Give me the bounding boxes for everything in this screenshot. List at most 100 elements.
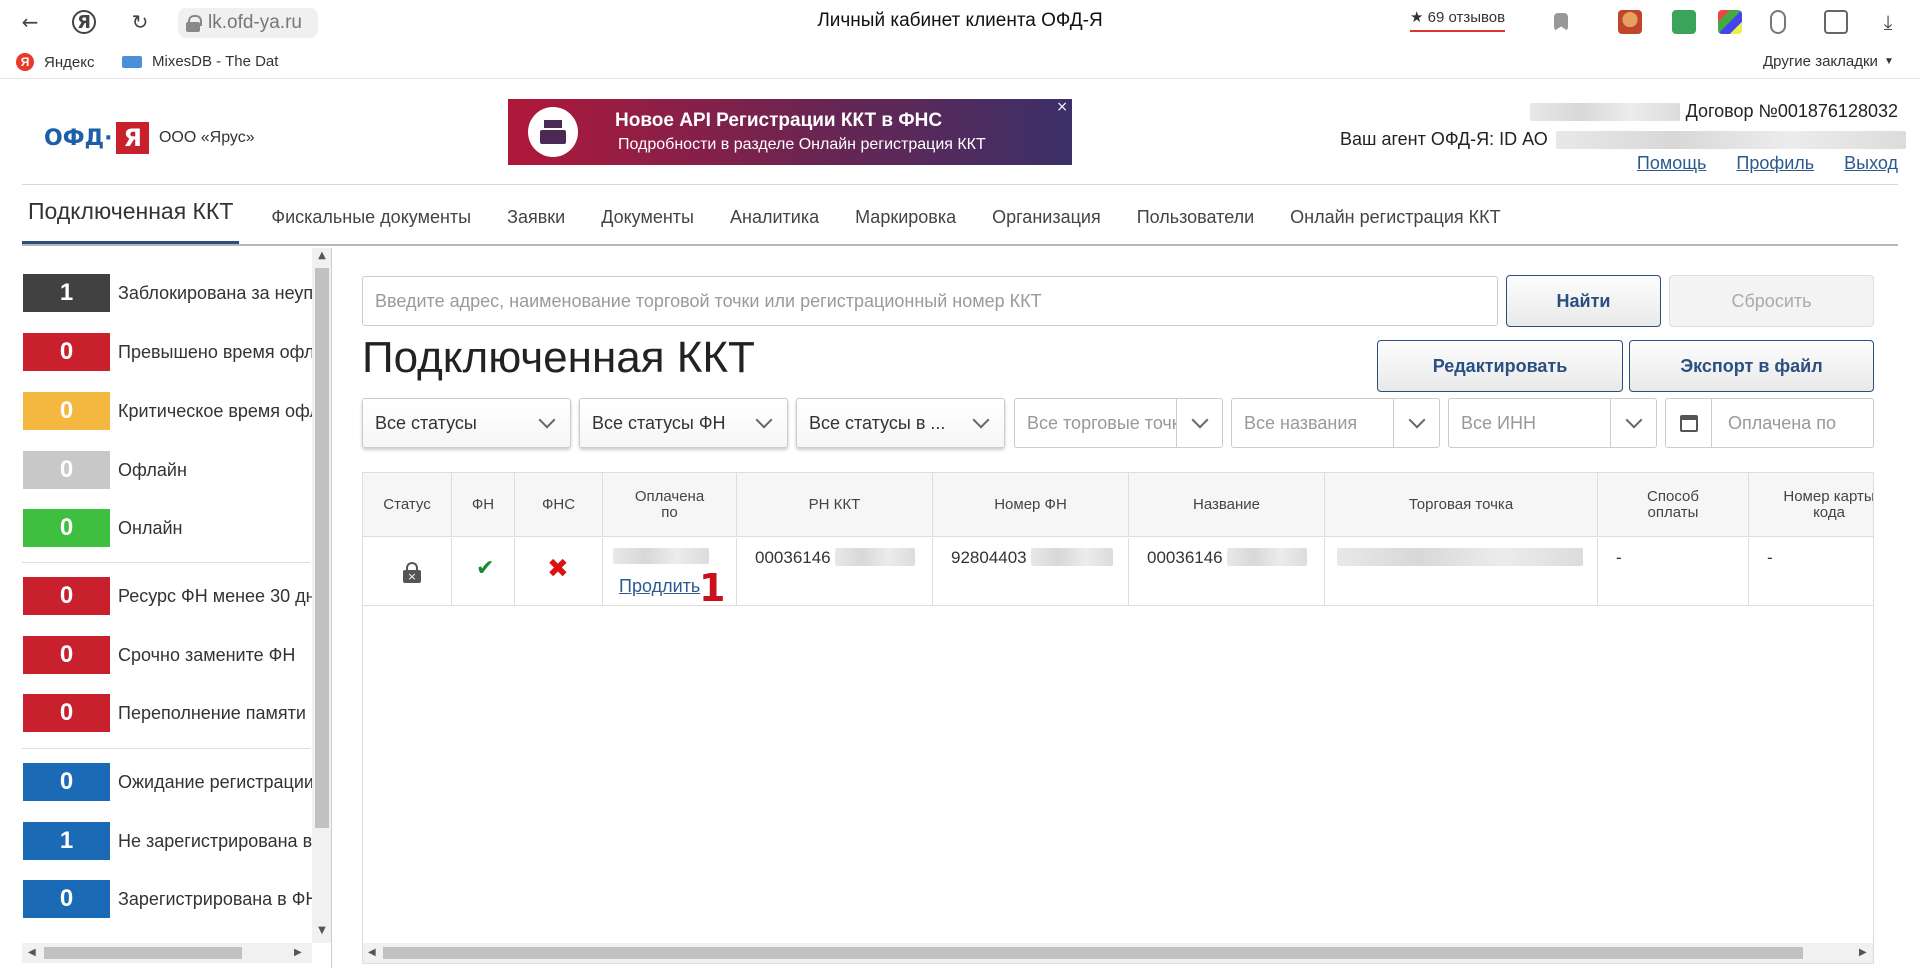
count-badge: 0	[23, 763, 110, 801]
scroll-right-icon[interactable]: ▶	[294, 947, 302, 958]
sidebar-horizontal-scrollbar[interactable]: ◀ ▶	[22, 943, 312, 963]
logout-link[interactable]: Выход	[1844, 153, 1898, 174]
export-button[interactable]: Экспорт в файл	[1629, 340, 1874, 392]
tab-requests[interactable]: Заявки	[489, 190, 583, 245]
ofd-ya-logo[interactable]: ОФД· Я ООО «Ярус»	[44, 122, 255, 154]
scrollbar-thumb[interactable]	[315, 268, 329, 828]
divider	[22, 562, 310, 563]
reviews-badge[interactable]: ★ 69 отзывов	[1410, 8, 1506, 32]
outlet-cell	[1325, 538, 1598, 606]
sidebar-item-label: Превышено время офлайн	[118, 341, 332, 362]
column-header[interactable]: Номер карты кода	[1749, 473, 1873, 537]
sidebar-item-replace-fn[interactable]: 0 Срочно замените ФН	[23, 636, 295, 674]
annotation-marker: 1	[699, 566, 726, 610]
column-header[interactable]: ФНС	[515, 473, 603, 537]
promo-banner[interactable]: Новое API Регистрации ККТ в ФНС Подробно…	[508, 99, 1072, 165]
column-header[interactable]: Название	[1129, 473, 1325, 537]
fns-status-filter[interactable]: Все статусы в ...	[796, 398, 1005, 448]
logo-ya-text: Я	[116, 122, 149, 154]
address-bar[interactable]: lk.ofd-ya.ru	[178, 8, 318, 38]
calendar-icon[interactable]	[1666, 399, 1712, 447]
sidebar-vertical-scrollbar[interactable]: ▲ ▼	[312, 248, 331, 943]
redacted-text	[1227, 548, 1307, 566]
inn-filter[interactable]: Все ИНН	[1448, 398, 1657, 448]
sidebar-item-offline[interactable]: 0 Офлайн	[23, 451, 187, 489]
tab-organization[interactable]: Организация	[974, 190, 1119, 245]
sidebar-item-offline-critical[interactable]: 0 Критическое время офлайн	[23, 392, 331, 430]
edit-button[interactable]: Редактировать	[1377, 340, 1623, 392]
column-header[interactable]: Торговая точка	[1325, 473, 1598, 537]
table-horizontal-scrollbar[interactable]: ◀ ▶	[363, 943, 1873, 963]
extension-icon[interactable]	[1718, 10, 1742, 34]
scroll-left-icon[interactable]: ◀	[28, 947, 36, 958]
scroll-left-icon[interactable]: ◀	[368, 947, 376, 958]
sidebar-item-offline-exceeded[interactable]: 0 Превышено время офлайн	[23, 333, 332, 371]
column-header[interactable]: Статус	[363, 473, 452, 537]
help-link[interactable]: Помощь	[1637, 153, 1707, 174]
renew-link[interactable]: Продлить	[619, 576, 700, 597]
tab-documents[interactable]: Документы	[583, 190, 712, 245]
chevron-down-icon	[1176, 399, 1222, 447]
outlet-filter[interactable]: Все торговые точки	[1014, 398, 1223, 448]
profile-link[interactable]: Профиль	[1736, 153, 1814, 174]
column-header[interactable]: РН ККТ	[737, 473, 933, 537]
scrollbar-thumb[interactable]	[383, 947, 1803, 959]
yandex-browser-icon[interactable]: Я	[72, 10, 96, 34]
mouse-icon[interactable]	[1770, 10, 1786, 34]
bookmark-yandex[interactable]: Я Яндекс	[16, 53, 94, 71]
column-header[interactable]: Оплачена по	[603, 473, 737, 537]
back-icon[interactable]: ←	[16, 8, 44, 36]
tab-fiscal-documents[interactable]: Фискальные документы	[253, 190, 489, 245]
sidebar-item-awaiting-registration[interactable]: 0 Ожидание регистрации	[23, 763, 314, 801]
bookmark-mixesdb[interactable]: MixesDB - The Dat	[122, 53, 278, 70]
table-row[interactable]: ✔ ✖ Продлить 1 00036146 92804403 0003614…	[363, 538, 1873, 610]
column-header[interactable]: Номер ФН	[933, 473, 1129, 537]
sidebar-item-memory-overflow[interactable]: 0 Переполнение памяти ФН	[23, 694, 331, 732]
tab-online-registration[interactable]: Онлайн регистрация ККТ	[1272, 190, 1518, 245]
filter-placeholder: Оплачена по	[1728, 412, 1836, 433]
sidebar-item-not-registered[interactable]: 1 Не зарегистрирована в ФНС	[23, 822, 331, 860]
sidebar-item-blocked[interactable]: 1 Заблокирована за неуплату	[23, 274, 331, 312]
extension-icon[interactable]	[1618, 10, 1642, 34]
scrollbar-thumb[interactable]	[44, 947, 242, 959]
tab-marking[interactable]: Маркировка	[837, 190, 974, 245]
sidebar-item-online[interactable]: 0 Онлайн	[23, 509, 182, 547]
rn-kkt-value: 00036146	[755, 548, 831, 567]
close-icon[interactable]: ×	[1056, 99, 1068, 115]
status-filter[interactable]: Все статусы	[362, 398, 571, 448]
column-header[interactable]: ФН	[452, 473, 515, 537]
sidebar-item-label: Офлайн	[118, 459, 187, 480]
filter-placeholder: Все названия	[1244, 412, 1358, 433]
banner-title: Новое API Регистрации ККТ в ФНС	[615, 110, 943, 131]
cross-icon: ✖	[547, 554, 569, 584]
fn-status-filter[interactable]: Все статусы ФН	[579, 398, 788, 448]
scroll-right-icon[interactable]: ▶	[1859, 947, 1867, 958]
paid-until-filter[interactable]: Оплачена по	[1665, 398, 1874, 448]
extension-icon[interactable]	[1672, 10, 1696, 34]
tab-analytics[interactable]: Аналитика	[712, 190, 837, 245]
collections-icon[interactable]	[1824, 10, 1848, 34]
sidebar-item-fn-resource[interactable]: 0 Ресурс ФН менее 30 дней	[23, 577, 331, 615]
other-bookmarks[interactable]: Другие закладки ▼	[1763, 53, 1894, 70]
search-button[interactable]: Найти	[1506, 275, 1661, 327]
scroll-down-icon[interactable]: ▼	[312, 925, 331, 941]
tab-connected-kkt[interactable]: Подключенная ККТ	[22, 190, 240, 245]
scroll-up-icon[interactable]: ▲	[312, 250, 331, 266]
sidebar-item-registered[interactable]: 0 Зарегистрирована в ФНС	[23, 880, 331, 918]
chevron-down-icon	[1610, 399, 1656, 447]
divider	[22, 748, 310, 749]
redacted-text	[613, 548, 709, 564]
bookmark-label: Яндекс	[44, 53, 95, 71]
search-input[interactable]	[362, 276, 1498, 326]
download-icon[interactable]: ⤓	[1874, 8, 1902, 36]
column-header[interactable]: Способ оплаты	[1598, 473, 1749, 537]
browser-page-title: Личный кабинет клиента ОФД-Я	[817, 10, 1103, 31]
reload-icon[interactable]: ↻	[126, 8, 154, 36]
chevron-down-icon	[741, 399, 787, 447]
filter-placeholder: Все торговые точки	[1027, 412, 1177, 433]
bookmark-icon[interactable]	[1554, 13, 1568, 31]
reset-button[interactable]: Сбросить	[1669, 275, 1874, 327]
name-filter[interactable]: Все названия	[1231, 398, 1440, 448]
redacted-text	[1031, 548, 1113, 566]
tab-users[interactable]: Пользователи	[1119, 190, 1272, 245]
